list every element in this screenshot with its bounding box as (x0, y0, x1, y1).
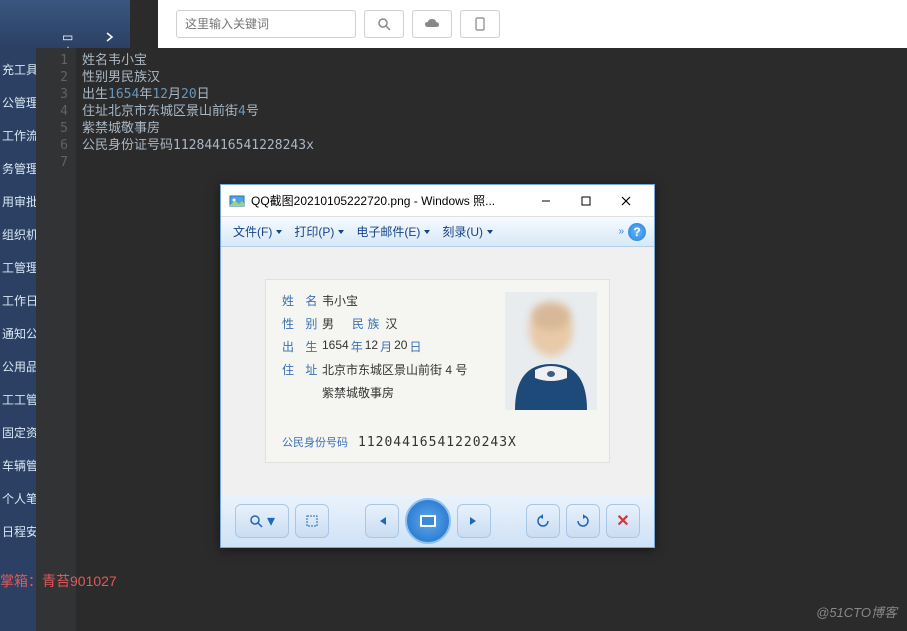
search-icon (377, 17, 391, 31)
menu-item[interactable]: 文件(F) (229, 221, 286, 242)
close-button[interactable] (606, 185, 646, 217)
id-sex-label: 性 别 (282, 315, 322, 332)
sidebar-item[interactable]: 车辆管 (0, 449, 36, 482)
rotate-ccw-button[interactable] (526, 504, 560, 538)
id-addr-line1: 北京市东城区景山前街 4 号 (322, 361, 467, 378)
sidebar-item[interactable]: 公用品 (0, 350, 36, 383)
menubar-right: » ? (618, 223, 646, 241)
id-num-label: 公民身份号码 (282, 434, 348, 450)
sidebar-item[interactable]: 工作日志 (0, 284, 36, 317)
id-addr-line2: 紫禁城敬事房 (322, 384, 394, 401)
id-photo (505, 292, 597, 410)
zoom-button[interactable]: ▾ (235, 504, 289, 538)
dropdown-icon (276, 230, 282, 234)
viewer-toolbar: ▾ ✕ (221, 495, 654, 547)
fit-icon (305, 514, 319, 528)
id-card: 姓 名韦小宝 性 别 男 民 族 汉 出 生 1654 年 12 月 20 日 … (265, 279, 610, 463)
minimize-button[interactable] (526, 185, 566, 217)
id-num-value: 11204416541220243X (358, 435, 517, 450)
delete-icon: ✕ (616, 511, 629, 531)
code-line[interactable]: 性别男民族汉 (82, 69, 907, 86)
dropdown-icon (487, 230, 493, 234)
id-birth-month: 12 (365, 338, 378, 355)
code-line[interactable]: 姓名韦小宝 (82, 52, 907, 69)
line-number: 7 (36, 154, 68, 171)
line-number: 1 (36, 52, 68, 69)
next-button[interactable] (457, 504, 491, 538)
id-name-label: 姓 名 (282, 292, 322, 309)
zoom-icon (249, 514, 263, 528)
topbar (158, 0, 907, 48)
sidebar-item[interactable]: 组织机 (0, 218, 36, 251)
id-birth-year: 1654 (322, 338, 349, 355)
line-number: 4 (36, 103, 68, 120)
chevrons-icon[interactable]: » (618, 226, 622, 237)
menu-item[interactable]: 刻录(U) (438, 221, 497, 242)
origin-label: 掌箱：青苔901027 (0, 571, 117, 591)
menu-item[interactable]: 打印(P) (290, 221, 348, 242)
menubar: 文件(F)打印(P)电子邮件(E)刻录(U) » ? (221, 217, 654, 247)
line-number: 2 (36, 69, 68, 86)
line-number: 5 (36, 120, 68, 137)
fit-button[interactable] (295, 504, 329, 538)
mobile-button[interactable] (460, 10, 500, 38)
id-ethnic-value: 汉 (385, 315, 397, 332)
sidebar-nav: 的通讯充工具公管理工作流务管理用审批组织机工管理工作日志通知公公用品工工管固定资… (0, 20, 36, 548)
photo-viewer-window[interactable]: QQ截图20210105222720.png - Windows 照... 文件… (220, 184, 655, 548)
id-addr-label: 住 址 (282, 361, 322, 378)
titlebar[interactable]: QQ截图20210105222720.png - Windows 照... (221, 185, 654, 217)
id-birth-day: 20 (394, 338, 407, 355)
sidebar-item[interactable]: 公管理 (0, 86, 36, 119)
delete-button[interactable]: ✕ (606, 504, 640, 538)
sidebar-item[interactable]: 工管理 (0, 251, 36, 284)
search-button[interactable] (364, 10, 404, 38)
window-title: QQ截图20210105222720.png - Windows 照... (251, 192, 526, 209)
prev-button[interactable] (365, 504, 399, 538)
line-gutter: 1234567 (36, 48, 76, 631)
sidebar-item[interactable]: 工工管 (0, 383, 36, 416)
cloud-icon (424, 18, 440, 30)
id-ethnic-label: 民 族 (352, 315, 379, 332)
line-number: 6 (36, 137, 68, 154)
sidebar-item[interactable]: 日程安 (0, 515, 36, 548)
sidebar-item[interactable]: 务管理 (0, 152, 36, 185)
chevron-right-icon[interactable] (105, 32, 115, 42)
cloud-button[interactable] (412, 10, 452, 38)
mobile-icon (475, 17, 485, 31)
code-line[interactable]: 住址北京市东城区景山前街4号 (82, 103, 907, 120)
maximize-button[interactable] (566, 185, 606, 217)
rotate-cw-button[interactable] (566, 504, 600, 538)
code-line[interactable]: 紫禁城敬事房 (82, 120, 907, 137)
code-line[interactable]: 公民身份证号码11284416541228243x (82, 137, 907, 154)
search-input[interactable] (176, 10, 356, 38)
sidebar-item[interactable]: 固定资 (0, 416, 36, 449)
viewer-canvas: 姓 名韦小宝 性 别 男 民 族 汉 出 生 1654 年 12 月 20 日 … (221, 247, 654, 495)
sidebar-item[interactable]: 充工具 (0, 53, 36, 86)
blog-credit: @51CTO博客 (816, 602, 897, 621)
help-icon[interactable]: ? (628, 223, 646, 241)
menu-item[interactable]: 电子邮件(E) (352, 221, 434, 242)
left-sidebar: ▭查看 的通讯充工具公管理工作流务管理用审批组织机工管理工作日志通知公公用品工工… (0, 0, 36, 631)
sidebar-item[interactable]: 通知公 (0, 317, 36, 350)
sidebar-item[interactable]: 工作流 (0, 119, 36, 152)
dropdown-icon (338, 230, 344, 234)
sidebar-item[interactable]: 用审批 (0, 185, 36, 218)
line-number: 3 (36, 86, 68, 103)
id-birth-label: 出 生 (282, 338, 322, 355)
id-sex-value: 男 (322, 315, 352, 332)
id-name-value: 韦小宝 (322, 292, 358, 309)
sidebar-item[interactable]: 个人笔 (0, 482, 36, 515)
code-line[interactable]: 出生1654年12月20日 (82, 86, 907, 103)
slideshow-button[interactable] (405, 498, 451, 544)
app-icon (229, 193, 245, 209)
dropdown-icon (424, 230, 430, 234)
